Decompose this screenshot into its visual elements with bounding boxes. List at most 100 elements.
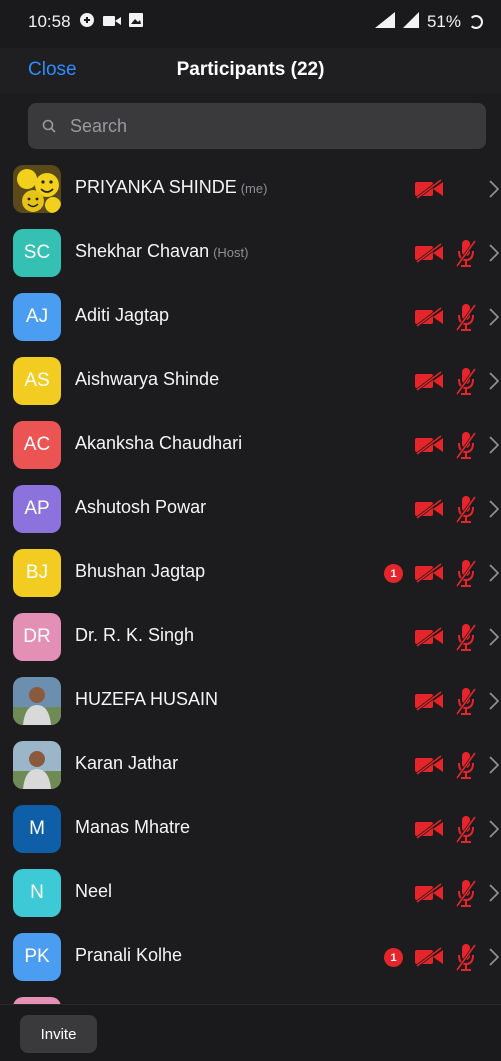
participant-name-text: Ashutosh Powar (75, 497, 207, 517)
participant-name-text: Neel (75, 881, 113, 901)
avatar: PK (13, 933, 61, 981)
chevron-right-icon[interactable] (489, 756, 500, 774)
battery-percent: 51% (426, 12, 461, 31)
participant-name: PRIYANKA SHINDE (me) (75, 177, 267, 198)
participant-name-text: Shekhar Chavan (75, 241, 210, 261)
bottom-bar: Invite (0, 1004, 501, 1061)
video-off-icon (414, 434, 444, 456)
mic-muted-icon (455, 430, 477, 460)
chevron-right-icon[interactable] (489, 628, 500, 646)
participant-role-tag: (me) (240, 181, 268, 196)
participant-row-partial[interactable] (0, 988, 501, 1004)
participant-row[interactable]: M Manas Mhatre (0, 796, 501, 860)
video-off-icon (414, 946, 444, 968)
search-input[interactable] (68, 114, 452, 138)
avatar-initials: PK (24, 946, 50, 967)
mic-muted-icon (455, 622, 477, 652)
mic-muted-icon (455, 494, 477, 524)
avatar-initials: DR (23, 626, 51, 647)
participant-name-text: Aishwarya Shinde (75, 369, 220, 389)
search-icon (42, 119, 56, 133)
notification-icon (79, 12, 95, 32)
participant-row[interactable]: BJ Bhushan Jagtap 1 (0, 540, 501, 604)
avatar-initials: AP (24, 498, 50, 519)
participant-row[interactable]: DR Dr. R. K. Singh (0, 604, 501, 668)
participant-row[interactable]: SC Shekhar Chavan (Host) (0, 220, 501, 284)
chevron-right-icon[interactable] (489, 372, 500, 390)
participant-name-text: Pranali Kolhe (75, 945, 183, 965)
mic-muted-icon (455, 238, 477, 268)
participant-name: Bhushan Jagtap (75, 561, 205, 582)
unread-badge: 1 (384, 564, 403, 583)
participant-row[interactable]: AJ Aditi Jagtap (0, 284, 501, 348)
video-off-icon (414, 882, 444, 904)
chevron-right-icon[interactable] (489, 500, 500, 518)
participant-row[interactable]: AP Ashutosh Powar (0, 476, 501, 540)
participant-row[interactable]: Karan Jathar (0, 732, 501, 796)
avatar (13, 997, 61, 1004)
page-title: Participants (22) (176, 59, 325, 80)
chevron-right-icon[interactable] (489, 308, 500, 326)
video-off-icon (414, 498, 444, 520)
status-time: 10:58 (28, 12, 71, 31)
chevron-right-icon[interactable] (489, 564, 500, 582)
video-off-icon (414, 818, 444, 840)
video-status-icon (102, 14, 121, 31)
image-status-icon (128, 13, 143, 31)
mic-muted-icon (455, 878, 477, 908)
participant-row[interactable]: N Neel (0, 860, 501, 924)
chevron-right-icon[interactable] (489, 820, 500, 838)
mic-muted-icon (455, 366, 477, 396)
mic-muted-icon (455, 814, 477, 844)
participant-row[interactable]: AC Akanksha Chaudhari (0, 412, 501, 476)
avatar-initials: AJ (25, 306, 49, 327)
avatar-initials: M (29, 818, 45, 839)
participant-list: PRIYANKA SHINDE (me) SC Shekhar Chavan (Hos… (0, 156, 501, 1004)
battery-icon (469, 15, 483, 29)
participant-row[interactable]: AS Aishwarya Shinde (0, 348, 501, 412)
participant-role-tag: (Host) (213, 245, 249, 260)
participant-row[interactable]: HUZEFA HUSAIN (0, 668, 501, 732)
avatar (13, 677, 61, 725)
participant-name: Akanksha Chaudhari (75, 433, 242, 454)
participant-name-text: Bhushan Jagtap (75, 561, 206, 581)
header: Close Participants (22) (0, 48, 501, 94)
avatar: N (13, 869, 61, 917)
participant-name: Neel (75, 881, 112, 902)
participant-name: Pranali Kolhe (75, 945, 182, 966)
video-off-icon (414, 306, 444, 328)
participant-name-text: Manas Mhatre (75, 817, 191, 837)
participant-name-text: Aditi Jagtap (75, 305, 170, 325)
participant-name-text: Karan Jathar (75, 753, 179, 773)
avatar (13, 741, 61, 789)
avatar-initials: BJ (25, 562, 49, 583)
chevron-right-icon[interactable] (489, 244, 500, 262)
invite-button[interactable]: Invite (20, 1015, 97, 1053)
chevron-right-icon[interactable] (489, 180, 500, 198)
volte-signal-icon (373, 12, 395, 32)
participant-name-text: PRIYANKA SHINDE (75, 177, 237, 197)
avatar: DR (13, 613, 61, 661)
chevron-right-icon[interactable] (489, 692, 500, 710)
participant-row[interactable]: PK Pranali Kolhe 1 (0, 924, 501, 988)
search-bar[interactable] (28, 103, 486, 149)
mic-muted-icon (455, 942, 477, 972)
avatar-initials: AS (24, 370, 50, 391)
participant-name: HUZEFA HUSAIN (75, 689, 218, 710)
avatar-initials: AC (23, 434, 51, 455)
chevron-right-icon[interactable] (489, 948, 500, 966)
avatar: BJ (13, 549, 61, 597)
participant-name: Shekhar Chavan (Host) (75, 241, 248, 262)
avatar: AC (13, 421, 61, 469)
participant-name-text: Dr. R. K. Singh (75, 625, 195, 645)
chevron-right-icon[interactable] (489, 884, 500, 902)
mic-muted-icon (455, 686, 477, 716)
video-off-icon (414, 370, 444, 392)
participant-name: Ashutosh Powar (75, 497, 206, 518)
mic-muted-icon (455, 302, 477, 332)
mic-muted-icon (455, 558, 477, 588)
avatar: AJ (13, 293, 61, 341)
chevron-right-icon[interactable] (489, 436, 500, 454)
avatar-initials: SC (23, 242, 51, 263)
participant-row[interactable]: PRIYANKA SHINDE (me) (0, 156, 501, 220)
